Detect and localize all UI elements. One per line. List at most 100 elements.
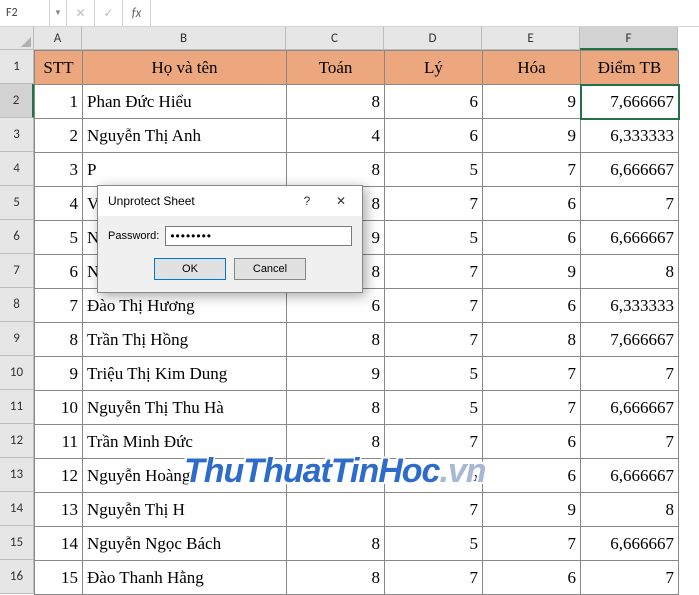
cell-A3[interactable]: 2 bbox=[35, 119, 83, 153]
cell-B14[interactable]: Nguyễn Thị H bbox=[83, 493, 287, 527]
cell-B12[interactable]: Trần Minh Đức bbox=[83, 425, 287, 459]
cell-F4[interactable]: 6,666667 bbox=[581, 153, 679, 187]
row-header-2[interactable]: 2 bbox=[0, 84, 34, 118]
cell-F6[interactable]: 6,666667 bbox=[581, 221, 679, 255]
cell-B16[interactable]: Đào Thanh Hằng bbox=[83, 561, 287, 595]
cell-A6[interactable]: 5 bbox=[35, 221, 83, 255]
spreadsheet-cells[interactable]: STTHọ và tênToánLýHóaĐiểm TB1Phan Đức Hi… bbox=[34, 50, 679, 595]
cell-D2[interactable]: 6 bbox=[385, 85, 483, 119]
cell-C2[interactable]: 8 bbox=[287, 85, 385, 119]
cell-C16[interactable]: 8 bbox=[287, 561, 385, 595]
cell-D4[interactable]: 5 bbox=[385, 153, 483, 187]
row-header-6[interactable]: 6 bbox=[0, 220, 34, 254]
cell-E7[interactable]: 9 bbox=[483, 255, 581, 289]
cell-D3[interactable]: 6 bbox=[385, 119, 483, 153]
cell-F13[interactable]: 6,666667 bbox=[581, 459, 679, 493]
header-cell-f[interactable]: Điểm TB bbox=[581, 51, 679, 85]
row-header-8[interactable]: 8 bbox=[0, 288, 34, 322]
password-input[interactable] bbox=[165, 226, 352, 246]
cell-A13[interactable]: 12 bbox=[35, 459, 83, 493]
select-all-corner[interactable] bbox=[0, 27, 34, 50]
cell-C14[interactable] bbox=[287, 493, 385, 527]
row-header-1[interactable]: 1 bbox=[0, 50, 34, 84]
cell-D9[interactable]: 7 bbox=[385, 323, 483, 357]
cell-E11[interactable]: 7 bbox=[483, 391, 581, 425]
row-header-5[interactable]: 5 bbox=[0, 186, 34, 220]
cell-D13[interactable]: 5 bbox=[385, 459, 483, 493]
cell-D11[interactable]: 5 bbox=[385, 391, 483, 425]
cell-E13[interactable]: 6 bbox=[483, 459, 581, 493]
row-header-10[interactable]: 10 bbox=[0, 356, 34, 390]
header-cell-b[interactable]: Họ và tên bbox=[83, 51, 287, 85]
cell-A4[interactable]: 3 bbox=[35, 153, 83, 187]
cell-F9[interactable]: 7,666667 bbox=[581, 323, 679, 357]
row-header-15[interactable]: 15 bbox=[0, 526, 34, 560]
row-header-7[interactable]: 7 bbox=[0, 254, 34, 288]
cell-B4[interactable]: P bbox=[83, 153, 287, 187]
cell-D10[interactable]: 5 bbox=[385, 357, 483, 391]
col-header-D[interactable]: D bbox=[384, 27, 482, 50]
cell-A11[interactable]: 10 bbox=[35, 391, 83, 425]
cell-F7[interactable]: 8 bbox=[581, 255, 679, 289]
fx-icon[interactable]: fx bbox=[123, 0, 151, 26]
cell-A8[interactable]: 7 bbox=[35, 289, 83, 323]
row-header-11[interactable]: 11 bbox=[0, 390, 34, 424]
cell-A5[interactable]: 4 bbox=[35, 187, 83, 221]
cell-E8[interactable]: 6 bbox=[483, 289, 581, 323]
cell-D14[interactable]: 7 bbox=[385, 493, 483, 527]
cell-E12[interactable]: 6 bbox=[483, 425, 581, 459]
cell-F12[interactable]: 7 bbox=[581, 425, 679, 459]
header-cell-d[interactable]: Lý bbox=[385, 51, 483, 85]
cell-E14[interactable]: 9 bbox=[483, 493, 581, 527]
cell-F5[interactable]: 7 bbox=[581, 187, 679, 221]
row-header-9[interactable]: 9 bbox=[0, 322, 34, 356]
name-box[interactable]: F2 bbox=[0, 0, 50, 26]
ok-button[interactable]: OK bbox=[154, 258, 226, 280]
cell-A2[interactable]: 1 bbox=[35, 85, 83, 119]
cell-F16[interactable]: 7 bbox=[581, 561, 679, 595]
cell-E2[interactable]: 9 bbox=[483, 85, 581, 119]
cell-E10[interactable]: 7 bbox=[483, 357, 581, 391]
cell-F14[interactable]: 8 bbox=[581, 493, 679, 527]
cell-B9[interactable]: Trần Thị Hồng bbox=[83, 323, 287, 357]
row-header-3[interactable]: 3 bbox=[0, 118, 34, 152]
cell-E9[interactable]: 8 bbox=[483, 323, 581, 357]
row-header-13[interactable]: 13 bbox=[0, 458, 34, 492]
cell-F8[interactable]: 6,333333 bbox=[581, 289, 679, 323]
cell-D8[interactable]: 7 bbox=[385, 289, 483, 323]
cell-F3[interactable]: 6,333333 bbox=[581, 119, 679, 153]
cell-C11[interactable]: 8 bbox=[287, 391, 385, 425]
close-button[interactable]: ✕ bbox=[324, 188, 358, 214]
cell-D16[interactable]: 7 bbox=[385, 561, 483, 595]
cell-B3[interactable]: Nguyễn Thị Anh bbox=[83, 119, 287, 153]
cancel-button[interactable]: Cancel bbox=[234, 258, 306, 280]
cell-F15[interactable]: 6,666667 bbox=[581, 527, 679, 561]
cell-A14[interactable]: 13 bbox=[35, 493, 83, 527]
formula-input[interactable] bbox=[151, 0, 699, 26]
cell-D15[interactable]: 5 bbox=[385, 527, 483, 561]
cell-E4[interactable]: 7 bbox=[483, 153, 581, 187]
cell-C10[interactable]: 9 bbox=[287, 357, 385, 391]
cell-A10[interactable]: 9 bbox=[35, 357, 83, 391]
cell-E6[interactable]: 6 bbox=[483, 221, 581, 255]
col-header-B[interactable]: B bbox=[82, 27, 286, 50]
cell-A16[interactable]: 15 bbox=[35, 561, 83, 595]
cell-C3[interactable]: 4 bbox=[287, 119, 385, 153]
row-header-14[interactable]: 14 bbox=[0, 492, 34, 526]
cell-A12[interactable]: 11 bbox=[35, 425, 83, 459]
header-cell-a[interactable]: STT bbox=[35, 51, 83, 85]
header-cell-e[interactable]: Hóa bbox=[483, 51, 581, 85]
cell-E16[interactable]: 6 bbox=[483, 561, 581, 595]
cell-B2[interactable]: Phan Đức Hiểu bbox=[83, 85, 287, 119]
name-box-dropdown[interactable]: ▼ bbox=[50, 0, 67, 26]
cell-D6[interactable]: 5 bbox=[385, 221, 483, 255]
cell-B13[interactable]: Nguyễn Hoàng bbox=[83, 459, 287, 493]
cell-C8[interactable]: 6 bbox=[287, 289, 385, 323]
cell-B15[interactable]: Nguyễn Ngọc Bách bbox=[83, 527, 287, 561]
cell-A15[interactable]: 14 bbox=[35, 527, 83, 561]
col-header-E[interactable]: E bbox=[482, 27, 580, 50]
help-button[interactable]: ? bbox=[290, 188, 324, 214]
cell-B11[interactable]: Nguyễn Thị Thu Hà bbox=[83, 391, 287, 425]
cell-C13[interactable]: 9 bbox=[287, 459, 385, 493]
cell-D7[interactable]: 7 bbox=[385, 255, 483, 289]
